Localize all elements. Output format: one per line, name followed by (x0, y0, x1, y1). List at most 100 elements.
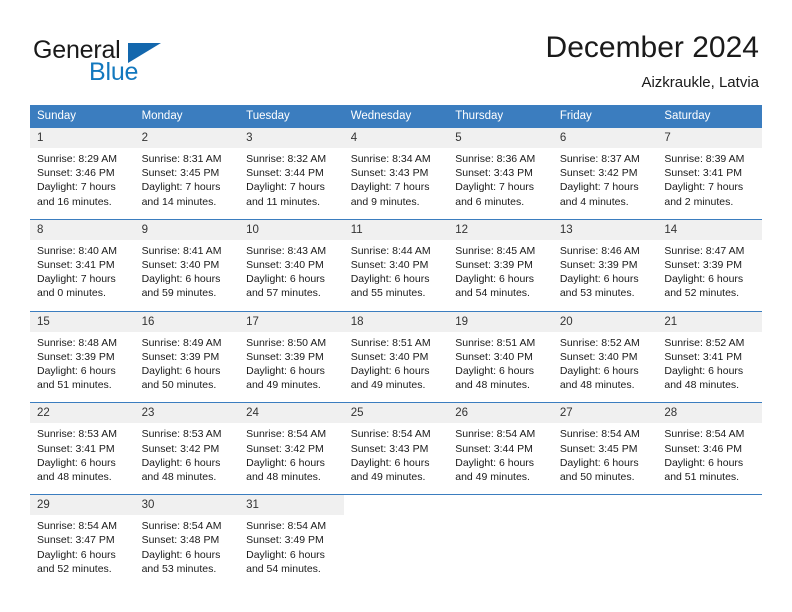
daylight-text-line1: Daylight: 6 hours (664, 273, 744, 286)
day-number (657, 495, 762, 516)
calendar-week-row: 8 Sunrise: 8:40 AM Sunset: 3:41 PM Dayli… (30, 218, 762, 312)
daylight-text-line1: Daylight: 6 hours (559, 273, 639, 286)
day-cell[interactable]: 26 Sunrise: 8:54 AM Sunset: 3:44 PM Dayl… (448, 402, 553, 495)
daylight-text-line1: Daylight: 6 hours (664, 365, 744, 378)
day-cell[interactable]: 29 Sunrise: 8:54 AM Sunset: 3:47 PM Dayl… (30, 494, 135, 587)
day-cell[interactable]: 21 Sunrise: 8:52 AM Sunset: 3:41 PM Dayl… (657, 310, 762, 403)
sunset-text: Sunset: 3:39 PM (141, 350, 220, 363)
sunrise-text: Sunrise: 8:53 AM (37, 428, 117, 441)
day-details: Sunrise: 8:54 AM Sunset: 3:44 PM Dayligh… (448, 423, 553, 494)
daylight-text-line1: Daylight: 6 hours (664, 456, 744, 469)
page-title: December 2024 (545, 31, 759, 64)
day-cell[interactable]: 4 Sunrise: 8:34 AM Sunset: 3:43 PM Dayli… (343, 127, 449, 220)
day-details: Sunrise: 8:43 AM Sunset: 3:40 PM Dayligh… (239, 240, 344, 311)
day-cell[interactable]: 31 Sunrise: 8:54 AM Sunset: 3:49 PM Dayl… (239, 494, 344, 587)
daylight-text-line1: Daylight: 6 hours (455, 456, 535, 469)
day-cell[interactable]: 27 Sunrise: 8:54 AM Sunset: 3:45 PM Dayl… (552, 402, 658, 495)
sunrise-text: Sunrise: 8:53 AM (141, 428, 222, 441)
sunrise-text: Sunrise: 8:52 AM (559, 336, 640, 349)
sunrise-text: Sunrise: 8:43 AM (246, 244, 327, 257)
day-number: 30 (134, 495, 240, 516)
day-cell[interactable]: 16 Sunrise: 8:49 AM Sunset: 3:39 PM Dayl… (134, 310, 240, 403)
daylight-text-line1: Daylight: 6 hours (141, 548, 221, 561)
day-cell[interactable]: 6 Sunrise: 8:37 AM Sunset: 3:42 PM Dayli… (552, 127, 658, 220)
day-details: Sunrise: 8:48 AM Sunset: 3:39 PM Dayligh… (30, 332, 135, 403)
weekday-header-wednesday: Wednesday (343, 105, 449, 128)
day-details: Sunrise: 8:51 AM Sunset: 3:40 PM Dayligh… (448, 332, 553, 403)
day-cell[interactable]: 24 Sunrise: 8:54 AM Sunset: 3:42 PM Dayl… (239, 402, 344, 495)
day-details: Sunrise: 8:51 AM Sunset: 3:40 PM Dayligh… (344, 332, 449, 403)
sunset-text: Sunset: 3:42 PM (141, 442, 220, 455)
daylight-text-line1: Daylight: 6 hours (246, 456, 325, 469)
daylight-text-line1: Daylight: 7 hours (141, 181, 221, 194)
daylight-text-line1: Daylight: 7 hours (246, 181, 325, 194)
daylight-text-line2: and 54 minutes. (455, 287, 530, 300)
day-cell[interactable]: 1 Sunrise: 8:29 AM Sunset: 3:46 PM Dayli… (30, 127, 135, 220)
day-cell[interactable]: 28 Sunrise: 8:54 AM Sunset: 3:46 PM Dayl… (657, 402, 762, 495)
daylight-text-line2: and 48 minutes. (37, 471, 112, 484)
day-number: 1 (30, 128, 135, 148)
day-number: 5 (448, 128, 553, 148)
day-number: 18 (343, 311, 449, 332)
day-cell[interactable]: 9 Sunrise: 8:41 AM Sunset: 3:40 PM Dayli… (134, 218, 240, 312)
daylight-text-line1: Daylight: 7 hours (37, 273, 116, 286)
day-cell[interactable]: 30 Sunrise: 8:54 AM Sunset: 3:48 PM Dayl… (134, 494, 240, 587)
day-cell[interactable]: 11 Sunrise: 8:44 AM Sunset: 3:40 PM Dayl… (343, 218, 449, 312)
daylight-text-line1: Daylight: 7 hours (559, 181, 639, 194)
sunset-text: Sunset: 3:42 PM (559, 167, 638, 180)
daylight-text-line2: and 57 minutes. (246, 287, 321, 300)
day-cell[interactable]: 14 Sunrise: 8:47 AM Sunset: 3:39 PM Dayl… (657, 218, 762, 312)
day-cell[interactable]: 7 Sunrise: 8:39 AM Sunset: 3:41 PM Dayli… (657, 127, 762, 220)
daylight-text-line1: Daylight: 6 hours (350, 273, 430, 286)
daylight-text-line2: and 48 minutes. (141, 471, 217, 484)
daylight-text-line2: and 48 minutes. (455, 379, 530, 392)
calendar-page: General Blue December 2024 Aizkraukle, L… (0, 0, 792, 612)
daylight-text-line2: and 50 minutes. (559, 471, 635, 484)
sunrise-text: Sunrise: 8:29 AM (37, 153, 117, 165)
daylight-text-line2: and 49 minutes. (246, 379, 321, 392)
sunrise-text: Sunrise: 8:54 AM (141, 520, 222, 533)
sunrise-text: Sunrise: 8:51 AM (350, 336, 431, 349)
day-cell[interactable]: 15 Sunrise: 8:48 AM Sunset: 3:39 PM Dayl… (30, 310, 135, 403)
sunset-text: Sunset: 3:44 PM (455, 442, 533, 455)
brand-logo[interactable]: General Blue (33, 36, 253, 92)
daylight-text-line1: Daylight: 7 hours (455, 181, 535, 194)
day-cell[interactable]: 10 Sunrise: 8:43 AM Sunset: 3:40 PM Dayl… (239, 218, 344, 312)
sunrise-text: Sunrise: 8:52 AM (664, 336, 745, 349)
daylight-text-line1: Daylight: 6 hours (37, 456, 116, 469)
day-cell[interactable]: 12 Sunrise: 8:45 AM Sunset: 3:39 PM Dayl… (448, 218, 553, 312)
daylight-text-line2: and 9 minutes. (350, 195, 420, 208)
day-details: Sunrise: 8:45 AM Sunset: 3:39 PM Dayligh… (448, 240, 553, 311)
sunset-text: Sunset: 3:39 PM (246, 350, 324, 363)
day-details: Sunrise: 8:54 AM Sunset: 3:43 PM Dayligh… (344, 423, 449, 494)
sunrise-text: Sunrise: 8:32 AM (246, 153, 327, 165)
sunset-text: Sunset: 3:43 PM (455, 167, 533, 180)
day-details: Sunrise: 8:40 AM Sunset: 3:41 PM Dayligh… (30, 240, 135, 311)
day-cell[interactable]: 25 Sunrise: 8:54 AM Sunset: 3:43 PM Dayl… (343, 402, 449, 495)
day-number (552, 495, 658, 516)
day-number: 26 (448, 403, 553, 424)
daylight-text-line2: and 54 minutes. (246, 562, 321, 575)
day-number: 14 (657, 219, 762, 240)
day-details: Sunrise: 8:52 AM Sunset: 3:41 PM Dayligh… (657, 332, 762, 403)
sunrise-text: Sunrise: 8:34 AM (350, 153, 431, 165)
day-cell[interactable]: 23 Sunrise: 8:53 AM Sunset: 3:42 PM Dayl… (134, 402, 240, 495)
day-cell[interactable]: 13 Sunrise: 8:46 AM Sunset: 3:39 PM Dayl… (552, 218, 658, 312)
day-cell[interactable]: 8 Sunrise: 8:40 AM Sunset: 3:41 PM Dayli… (30, 218, 135, 312)
day-number (448, 495, 553, 516)
day-cell[interactable]: 22 Sunrise: 8:53 AM Sunset: 3:41 PM Dayl… (30, 402, 135, 495)
sunrise-text: Sunrise: 8:54 AM (664, 428, 745, 441)
day-cell[interactable]: 19 Sunrise: 8:51 AM Sunset: 3:40 PM Dayl… (448, 310, 553, 403)
day-cell[interactable]: 17 Sunrise: 8:50 AM Sunset: 3:39 PM Dayl… (239, 310, 344, 403)
day-cell[interactable]: 3 Sunrise: 8:32 AM Sunset: 3:44 PM Dayli… (239, 127, 344, 220)
title-block: December 2024 Aizkraukle, Latvia (546, 30, 759, 94)
day-cell[interactable]: 2 Sunrise: 8:31 AM Sunset: 3:45 PM Dayli… (134, 127, 240, 220)
day-cell[interactable]: 5 Sunrise: 8:36 AM Sunset: 3:43 PM Dayli… (448, 127, 553, 220)
day-cell[interactable]: 18 Sunrise: 8:51 AM Sunset: 3:40 PM Dayl… (343, 310, 449, 403)
day-details: Sunrise: 8:36 AM Sunset: 3:43 PM Dayligh… (448, 148, 553, 219)
day-details: Sunrise: 8:54 AM Sunset: 3:47 PM Dayligh… (30, 515, 135, 586)
daylight-text-line2: and 49 minutes. (350, 379, 426, 392)
daylight-text-line1: Daylight: 6 hours (350, 456, 430, 469)
day-cell[interactable]: 20 Sunrise: 8:52 AM Sunset: 3:40 PM Dayl… (552, 310, 658, 403)
weekday-header-friday: Friday (552, 105, 658, 128)
